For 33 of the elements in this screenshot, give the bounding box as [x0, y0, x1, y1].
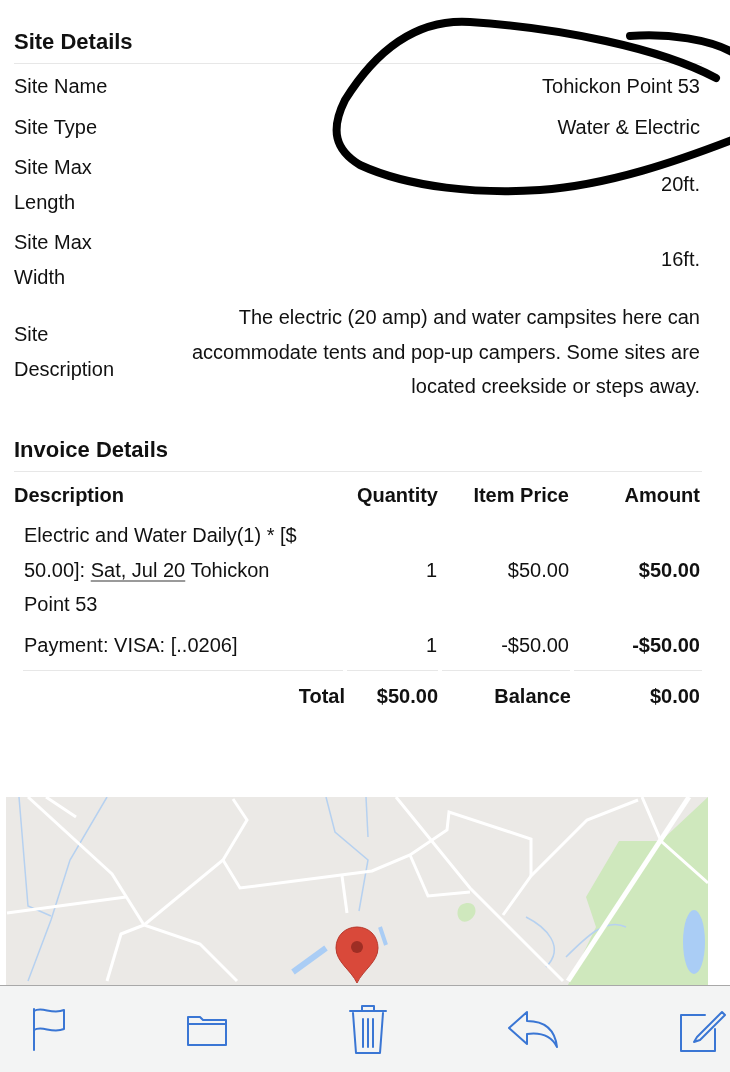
section-title: Site Details	[14, 28, 134, 56]
field-value: The electric (20 amp) and water campsites here can accommodate tents and pop-up campers. Some sites are located creekside or steps away.	[190, 305, 700, 399]
total-label: Balance	[493, 684, 572, 709]
map-pin-icon	[335, 926, 379, 984]
item-description: Electric and Water Daily(1) * [$ 50.00]: Sat, Jul 20 Tohickon Point 53	[24, 523, 298, 617]
column-header: Description	[14, 482, 126, 508]
total-value: $50.00	[375, 684, 439, 709]
column-header: Item Price	[472, 482, 570, 508]
total-value: $0.00	[648, 684, 701, 709]
item-quantity: 1	[424, 557, 438, 583]
curved-arrow-icon	[507, 1009, 560, 1049]
field-label: Site Description	[14, 322, 116, 382]
field-value: 20ft.	[661, 172, 700, 198]
flag-icon	[32, 1007, 66, 1051]
field-value: Water & Electric	[557, 114, 700, 140]
field-value: Tohickon Point 53	[542, 74, 700, 99]
total-label: Total	[297, 684, 345, 709]
item-amount: -$50.00	[631, 632, 701, 658]
item-amount: $50.00	[637, 557, 701, 583]
field-value: 16ft.	[661, 247, 700, 273]
field-label: Site Name	[14, 74, 108, 99]
date-link[interactable]: Sat, Jul 20	[90, 558, 186, 581]
trash-can-icon	[347, 1003, 388, 1055]
item-price: -$50.00	[500, 632, 570, 658]
item-quantity: 1	[424, 632, 438, 658]
section-title: Invoice Details	[14, 435, 170, 464]
column-header: Amount	[623, 482, 701, 508]
item-description: Payment: VISA: [..0206]	[24, 632, 239, 658]
field-label: Site Max Width	[14, 230, 93, 290]
field-label: Site Type	[14, 114, 98, 140]
field-label: Site Max Length	[14, 155, 93, 215]
item-price: $50.00	[506, 557, 570, 583]
column-header: Quantity	[355, 482, 439, 508]
